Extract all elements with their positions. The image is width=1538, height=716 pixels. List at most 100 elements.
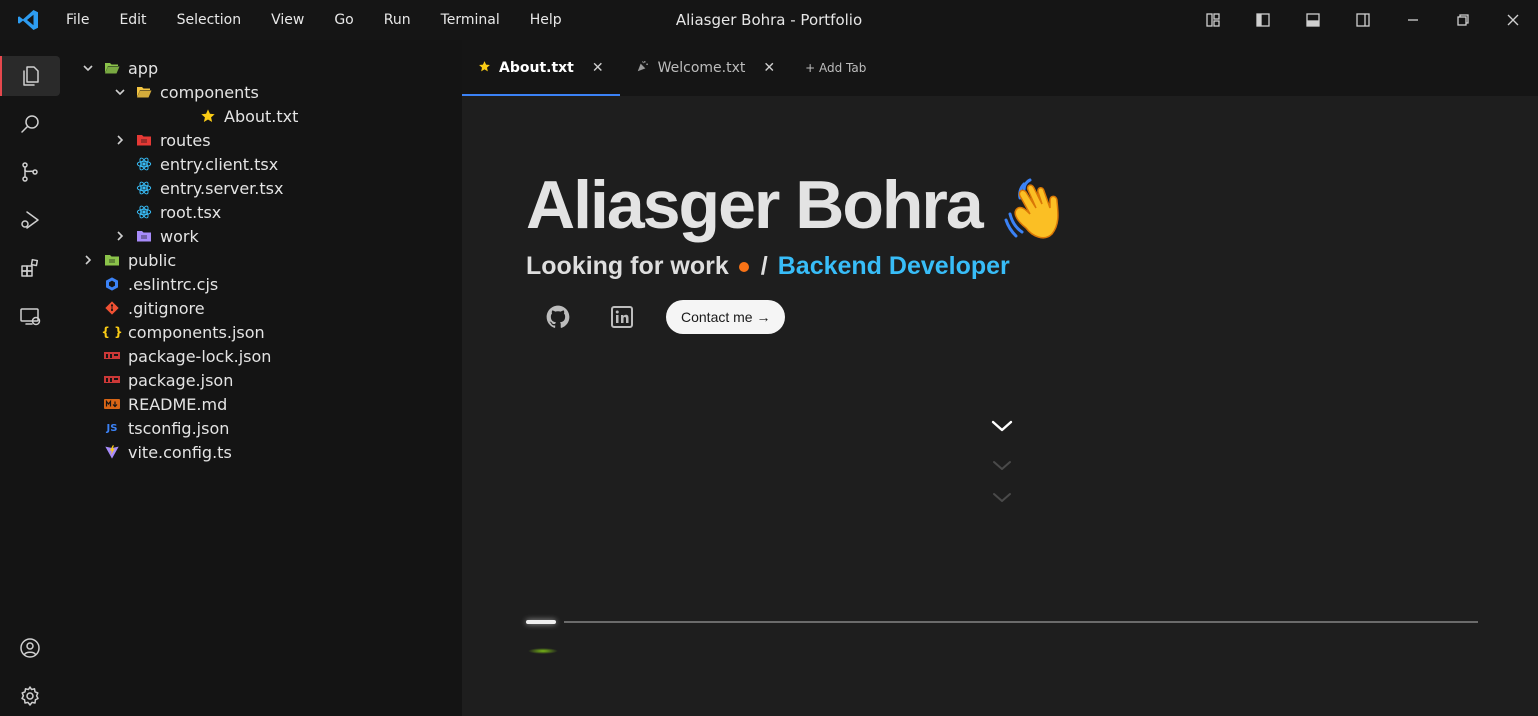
vscode-logo-icon — [0, 0, 56, 40]
timeline-handle[interactable] — [526, 620, 556, 624]
tree-file-entry-server-tsx[interactable]: entry.server.tsx — [76, 176, 462, 200]
toggle-secondary-sidebar-icon[interactable] — [1338, 0, 1388, 40]
tree-file-entry-client-tsx[interactable]: entry.client.tsx — [76, 152, 462, 176]
chevron-right-icon — [80, 252, 96, 268]
source-control-icon[interactable] — [0, 152, 60, 192]
tree-item-label: root.tsx — [160, 202, 222, 222]
js-file-icon: JS — [106, 422, 118, 434]
tree-folder-work[interactable]: work — [76, 224, 462, 248]
file-star-file-icon — [200, 108, 216, 124]
accounts-icon[interactable] — [0, 628, 60, 668]
remote-explorer-icon[interactable] — [0, 296, 60, 336]
npm-file-icon — [104, 348, 120, 364]
timeline-slider[interactable] — [526, 620, 1478, 628]
window-controls — [1188, 0, 1538, 40]
tree-file-gitignore[interactable]: .gitignore — [76, 296, 462, 320]
menu-view[interactable]: View — [256, 0, 319, 40]
close-tab-icon[interactable]: ✕ — [763, 60, 775, 76]
customize-layout-icon[interactable] — [1188, 0, 1238, 40]
menu-run[interactable]: Run — [369, 0, 426, 40]
restore-icon[interactable] — [1438, 0, 1488, 40]
folder-file-icon — [136, 228, 152, 244]
menu-edit[interactable]: Edit — [104, 0, 161, 40]
tree-item-label: public — [128, 250, 177, 270]
tab-label: About.txt — [499, 60, 574, 76]
tree-file-components-json[interactable]: { } components.json — [76, 320, 462, 344]
status-dot-icon — [738, 261, 749, 272]
menu-help[interactable]: Help — [515, 0, 577, 40]
menu-terminal[interactable]: Terminal — [426, 0, 515, 40]
run-debug-icon[interactable] — [0, 200, 60, 240]
menu-go[interactable]: Go — [319, 0, 368, 40]
toggle-sidebar-icon[interactable] — [1238, 0, 1288, 40]
status-text: Looking for work — [526, 252, 729, 280]
contact-me-button[interactable]: Contact me → — [666, 300, 786, 334]
menu-file[interactable]: File — [56, 0, 104, 40]
add-tab-button[interactable]: + Add Tab — [791, 40, 880, 96]
md-file-icon — [104, 396, 120, 412]
tree-folder-app[interactable]: app — [76, 56, 462, 80]
tree-item-label: .eslintrc.cjs — [128, 274, 219, 294]
tree-item-label: work — [160, 226, 199, 246]
folder-open-file-icon — [136, 84, 152, 100]
tree-folder-components[interactable]: components — [76, 80, 462, 104]
react-file-icon — [136, 204, 152, 220]
file-tree: app components About.txt routes entry.client… — [76, 56, 462, 464]
social-links: Contact me → — [542, 300, 786, 334]
role-text: Backend Developer — [777, 252, 1010, 280]
tree-file-package-json[interactable]: package.json — [76, 368, 462, 392]
toggle-panel-icon[interactable] — [1288, 0, 1338, 40]
extensions-icon[interactable] — [0, 248, 60, 288]
chevron-down-icon — [80, 60, 96, 76]
folder-file-icon — [104, 252, 120, 268]
tree-file-eslintrc-cjs[interactable]: .eslintrc.cjs — [76, 272, 462, 296]
activity-bar — [0, 40, 76, 716]
tree-folder-routes[interactable]: routes — [76, 128, 462, 152]
tree-item-label: entry.server.tsx — [160, 178, 284, 198]
search-icon[interactable] — [0, 104, 60, 144]
menu-bar: File Edit Selection View Go Run Terminal Help — [56, 0, 577, 40]
tab-welcome[interactable]: Welcome.txt ✕ — [620, 40, 792, 96]
tree-file-vite-config-ts[interactable]: vite.config.ts — [76, 440, 462, 464]
tree-file-about-txt[interactable]: About.txt — [76, 104, 462, 128]
tree-item-label: .gitignore — [128, 298, 205, 318]
party-icon — [636, 59, 650, 77]
tree-file-readme-md[interactable]: README.md — [76, 392, 462, 416]
tree-item-label: README.md — [128, 394, 228, 414]
explorer-icon[interactable] — [0, 56, 60, 96]
github-icon[interactable] — [542, 301, 574, 333]
minimize-icon[interactable] — [1388, 0, 1438, 40]
menu-selection[interactable]: Selection — [162, 0, 257, 40]
folder-file-icon — [136, 132, 152, 148]
git-file-icon — [104, 300, 120, 316]
title-bar: File Edit Selection View Go Run Terminal Help A… — [0, 0, 1538, 40]
tab-label: Welcome.txt — [657, 60, 746, 76]
tree-file-tsconfig-json[interactable]: JS tsconfig.json — [76, 416, 462, 440]
close-tab-icon[interactable]: ✕ — [592, 60, 604, 76]
tree-item-label: package-lock.json — [128, 346, 272, 366]
vite-file-icon — [104, 444, 120, 460]
scroll-down-indicator[interactable] — [990, 418, 1014, 510]
close-window-icon[interactable] — [1488, 0, 1538, 40]
linkedin-icon[interactable] — [606, 301, 638, 333]
tree-file-root-tsx[interactable]: root.tsx — [76, 200, 462, 224]
react-file-icon — [136, 180, 152, 196]
hero-subtitle: Looking for work / Backend Developer — [526, 252, 1010, 281]
settings-gear-icon[interactable] — [0, 676, 60, 716]
tree-item-label: routes — [160, 130, 211, 150]
tree-file-package-lock-json[interactable]: package-lock.json — [76, 344, 462, 368]
tab-about[interactable]: About.txt ✕ — [462, 40, 620, 96]
chevron-right-icon — [112, 132, 128, 148]
tree-folder-public[interactable]: public — [76, 248, 462, 272]
